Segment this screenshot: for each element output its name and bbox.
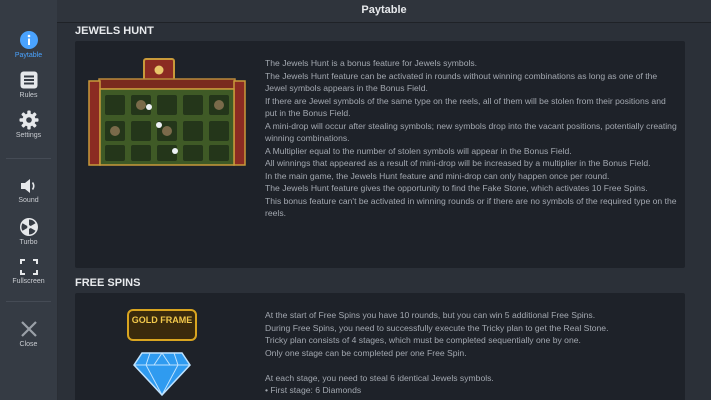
sidebar-item-settings[interactable]: Settings xyxy=(0,110,57,139)
sidebar-item-label: Settings xyxy=(15,132,42,139)
sidebar-item-label: Paytable xyxy=(14,52,43,59)
sidebar-item-close[interactable]: Close xyxy=(0,319,57,348)
sidebar-item-turbo[interactable]: Turbo xyxy=(0,217,57,246)
paragraph: At each stage, you need to steal 6 ident… xyxy=(265,372,494,383)
paragraph: Only one stage can be completed per one … xyxy=(265,347,467,358)
paragraph: All winnings that appeared as a result o… xyxy=(265,158,651,168)
jewels-hunt-panel: The Jewels Hunt is a bonus feature for J… xyxy=(75,41,685,268)
jewels-hunt-description: The Jewels Hunt is a bonus feature for J… xyxy=(265,57,677,220)
page-title: Paytable xyxy=(361,4,407,16)
sidebar-divider xyxy=(6,158,51,159)
free-spins-panel: GOLD FRAME At the start of Free Spins yo… xyxy=(75,293,685,400)
sidebar-item-label: Fullscreen xyxy=(12,278,45,285)
speaker-icon xyxy=(20,179,35,193)
paragraph: • First stage: 6 Diamonds xyxy=(265,385,362,395)
paragraph: The Jewels Hunt feature gives the opport… xyxy=(265,183,648,193)
fullscreen-icon xyxy=(19,259,38,275)
section-heading-free-spins: FREE SPINS xyxy=(75,277,141,289)
diamond-icon xyxy=(133,352,191,397)
jewels-hunt-illustration xyxy=(88,58,246,166)
paragraph: If there are Jewel symbols of the same t… xyxy=(265,95,666,119)
close-icon xyxy=(20,321,37,337)
info-icon xyxy=(19,31,38,49)
sidebar-item-label: Turbo xyxy=(19,239,38,246)
paragraph: During Free Spins, you need to successfu… xyxy=(265,322,609,333)
sidebar: Paytable Rules Settings Sound Turbo Full… xyxy=(0,0,58,400)
gold-frame-logo: GOLD FRAME xyxy=(127,309,197,341)
sidebar-item-label: Sound xyxy=(18,197,39,204)
sidebar-item-sound[interactable]: Sound xyxy=(0,177,57,204)
paragraph: The Jewels Hunt is a bonus feature for J… xyxy=(265,58,478,68)
paragraph: This bonus feature can't be activated in… xyxy=(265,195,677,219)
paragraph: The Jewels Hunt feature can be activated… xyxy=(265,70,658,94)
gear-icon xyxy=(19,110,38,130)
paragraph: At the start of Free Spins you have 10 r… xyxy=(265,310,596,320)
section-heading-jewels-hunt: JEWELS HUNT xyxy=(75,25,154,37)
sidebar-item-paytable[interactable]: Paytable xyxy=(0,30,57,59)
sidebar-item-fullscreen[interactable]: Fullscreen xyxy=(0,258,57,285)
free-spins-description: At the start of Free Spins you have 10 r… xyxy=(265,309,677,397)
sidebar-divider xyxy=(6,301,51,302)
content-scrollbar[interactable] xyxy=(707,23,710,400)
rules-icon xyxy=(20,71,37,89)
paragraph: In the main game, the Jewels Hunt featur… xyxy=(265,170,610,181)
paragraph: A mini-drop will occur after stealing sy… xyxy=(265,120,677,144)
sidebar-item-label: Close xyxy=(19,341,38,348)
header-bar: Paytable xyxy=(57,0,711,23)
sidebar-item-rules[interactable]: Rules xyxy=(0,70,57,99)
paragraph: Tricky plan consists of 4 stages, which … xyxy=(265,335,581,345)
sidebar-item-label: Rules xyxy=(19,92,38,99)
turbo-icon xyxy=(19,218,38,236)
paragraph: A Multiplier equal to the number of stol… xyxy=(265,145,572,156)
paytable-content: JEWELS HUNT The Jewels Hunt is a bonus f… xyxy=(57,23,711,400)
